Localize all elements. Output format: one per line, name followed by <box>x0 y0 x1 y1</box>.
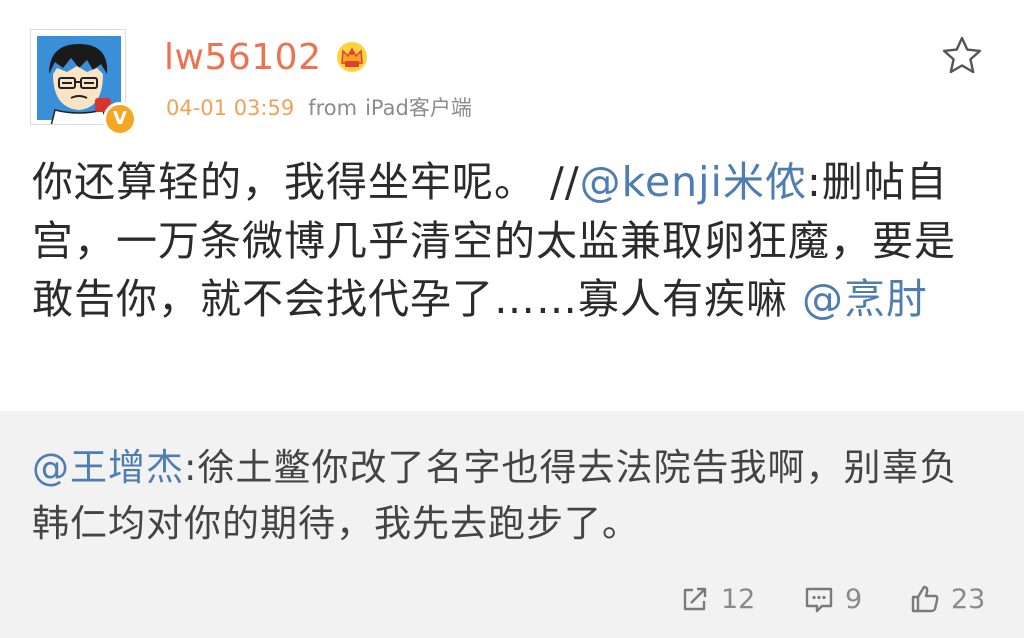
username-link[interactable]: lw56102 <box>164 37 321 78</box>
crown-icon[interactable] <box>335 40 369 74</box>
weibo-post-card: V lw56102 04-01 03:59 from iPad客户端 你还算轻的… <box>0 0 1024 638</box>
post-meta: 04-01 03:59 from iPad客户端 <box>166 92 472 122</box>
comment-count: 9 <box>845 583 863 615</box>
mention-link[interactable]: @烹肘 <box>802 275 928 323</box>
reposted-content[interactable]: @王增杰:徐土鳖你改了名字也得去法院告我啊，别辜负韩仁均对你的期待，我先去跑步了… <box>0 411 1024 638</box>
like-count: 23 <box>951 583 986 615</box>
post-timestamp: 04-01 03:59 <box>166 96 295 120</box>
verified-v-icon: V <box>103 102 137 136</box>
favorite-button[interactable] <box>940 34 984 78</box>
comment-button[interactable]: 9 <box>803 579 862 619</box>
post-source: iPad客户端 <box>365 96 472 120</box>
repost-body: @王增杰:徐土鳖你改了名字也得去法院告我啊，别辜负韩仁均对你的期待，我先去跑步了… <box>32 440 992 552</box>
mention-link[interactable]: @kenji米侬 <box>580 158 807 206</box>
post-text-part1: 你还算轻的，我得坐牢呢。 // <box>32 158 580 206</box>
share-arrow-icon <box>683 587 707 611</box>
like-button[interactable]: 23 <box>909 579 985 619</box>
repost-button[interactable]: 12 <box>679 579 755 619</box>
author-row: lw56102 <box>164 32 369 82</box>
mention-link[interactable]: @王增杰 <box>32 446 184 489</box>
comment-icon <box>805 587 833 613</box>
source-prefix: from <box>308 96 358 120</box>
thumbs-up-icon <box>911 585 939 613</box>
post-body: 你还算轻的，我得坐牢呢。 //@kenji米侬:删帖自宫，一万条微博几乎清空的太… <box>32 153 992 329</box>
star-outline-icon <box>942 36 982 74</box>
avatar-container[interactable]: V <box>30 29 137 136</box>
repost-count: 12 <box>721 583 756 615</box>
